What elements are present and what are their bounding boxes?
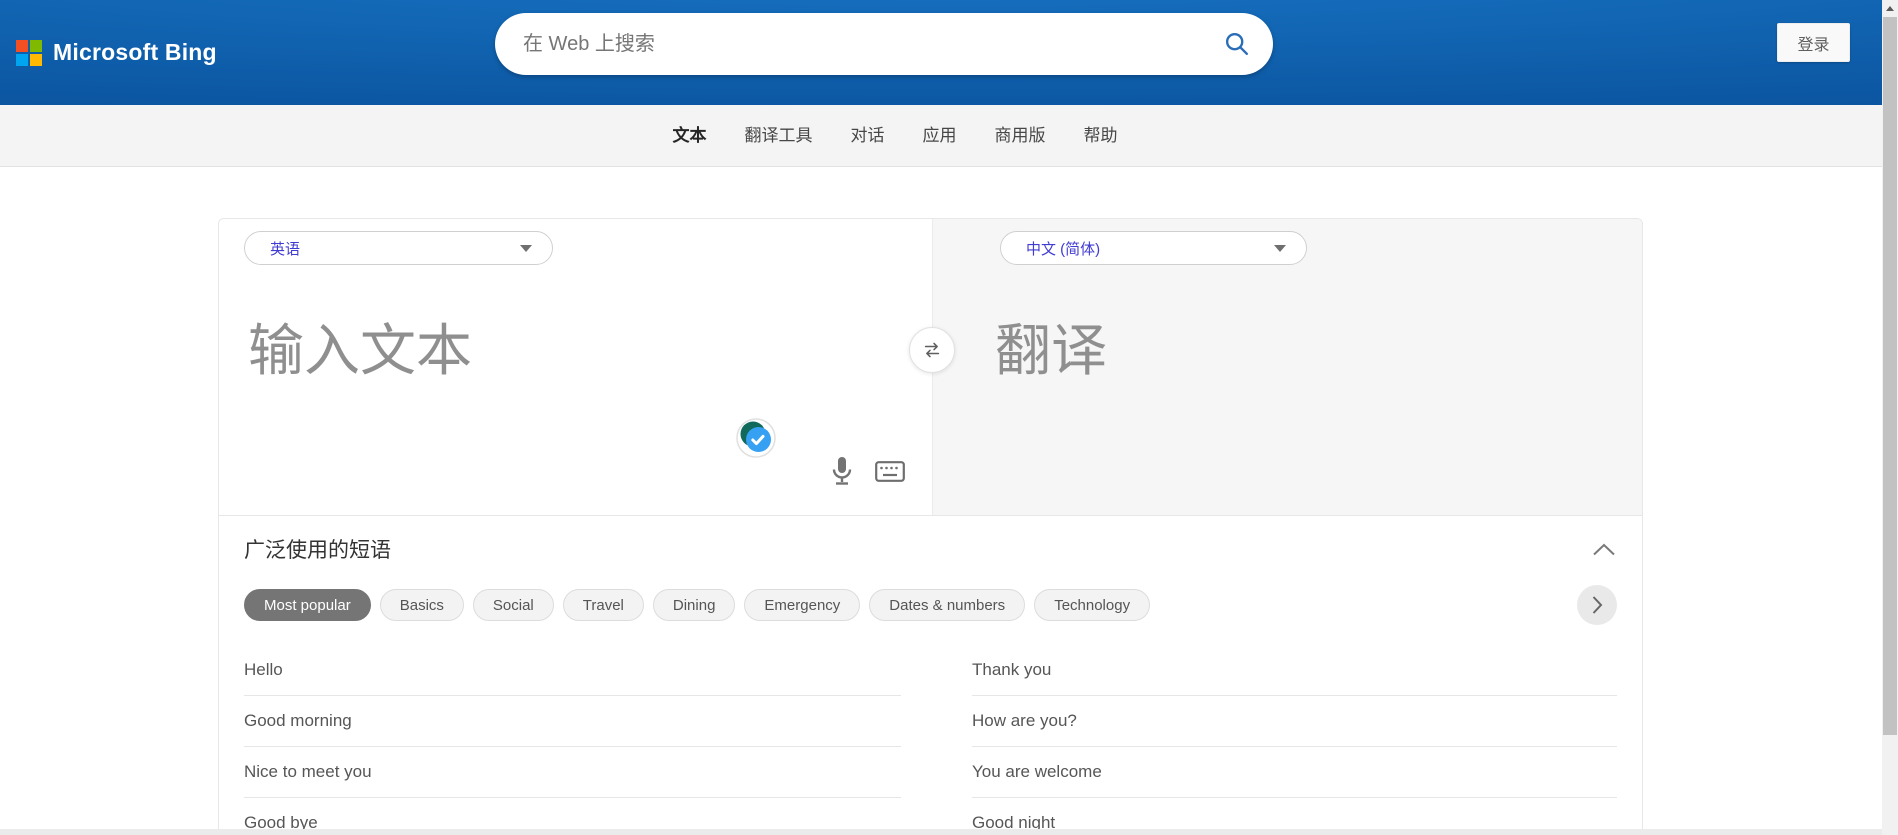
chevron-down-icon bbox=[1274, 245, 1286, 252]
collapse-phrases-button[interactable] bbox=[1591, 539, 1617, 559]
check-badge-icon[interactable] bbox=[736, 418, 776, 458]
source-language-dropdown[interactable]: 英语 bbox=[244, 231, 553, 265]
phrase-item[interactable]: Thank you bbox=[972, 645, 1617, 696]
chip-dates-numbers[interactable]: Dates & numbers bbox=[869, 589, 1025, 621]
scroll-up-icon bbox=[1886, 6, 1894, 11]
phrases-section: 广泛使用的短语 Most popular Basics Social Travel Di… bbox=[219, 516, 1642, 835]
logo-square-blue bbox=[16, 54, 28, 66]
target-language-dropdown[interactable]: 中文 (简体) bbox=[1000, 231, 1307, 265]
phrase-item[interactable]: You are welcome bbox=[972, 747, 1617, 798]
chip-most-popular[interactable]: Most popular bbox=[244, 589, 371, 621]
phrase-item[interactable]: Nice to meet you bbox=[244, 747, 901, 798]
source-language-label: 英语 bbox=[270, 238, 300, 259]
phrase-column-source: HelloGood morningNice to meet youGood by… bbox=[244, 645, 901, 835]
microphone-icon bbox=[830, 456, 854, 488]
navbar: 文本翻译工具对话应用商用版帮助 bbox=[0, 105, 1898, 167]
web-search-box bbox=[495, 13, 1273, 75]
tab-apps[interactable]: 应用 bbox=[904, 105, 976, 166]
chevron-up-icon bbox=[1592, 543, 1616, 556]
source-placeholder: 输入文本 bbox=[248, 323, 922, 379]
output-placeholder: 翻译 bbox=[995, 323, 1632, 379]
logo-square-green bbox=[30, 40, 42, 52]
search-icon bbox=[1224, 31, 1251, 58]
microsoft-logo-icon bbox=[16, 40, 42, 66]
translator-card: 英语 输入文本 bbox=[218, 218, 1643, 835]
chip-travel[interactable]: Travel bbox=[563, 589, 644, 621]
source-text-input[interactable]: 输入文本 bbox=[248, 323, 922, 515]
footer-strip bbox=[0, 829, 1882, 835]
chip-emergency[interactable]: Emergency bbox=[744, 589, 860, 621]
phrases-title: 广泛使用的短语 bbox=[244, 534, 391, 564]
scrollbar[interactable] bbox=[1882, 0, 1898, 835]
nav-tabs: 文本翻译工具对话应用商用版帮助 bbox=[654, 105, 1137, 166]
next-categories-button[interactable] bbox=[1577, 585, 1617, 625]
phrase-item[interactable]: Good morning bbox=[244, 696, 901, 747]
tab-help[interactable]: 帮助 bbox=[1065, 105, 1137, 166]
sign-in-button[interactable]: 登录 bbox=[1777, 23, 1850, 62]
logo-square-yellow bbox=[30, 54, 42, 66]
translator-panels: 英语 输入文本 bbox=[219, 219, 1642, 516]
phrase-column-target: Thank youHow are you?You are welcomeGood… bbox=[972, 645, 1617, 835]
scrollbar-thumb[interactable] bbox=[1883, 17, 1897, 735]
chevron-down-icon bbox=[520, 245, 532, 252]
source-pane: 英语 输入文本 bbox=[219, 219, 932, 515]
phrase-item[interactable]: How are you? bbox=[972, 696, 1617, 747]
tab-text[interactable]: 文本 bbox=[654, 105, 726, 166]
search-input[interactable] bbox=[495, 33, 1201, 56]
translation-output: 翻译 bbox=[995, 323, 1632, 515]
brand-title: Microsoft Bing bbox=[53, 39, 217, 66]
phrase-categories: Most popular Basics Social Travel DiningEmer… bbox=[244, 589, 1150, 621]
keyboard-button[interactable] bbox=[875, 461, 905, 482]
chevron-right-icon bbox=[1591, 595, 1603, 615]
phrase-item[interactable]: Hello bbox=[244, 645, 901, 696]
swap-languages-button[interactable] bbox=[909, 327, 955, 373]
bing-home-link[interactable]: Microsoft Bing bbox=[16, 0, 217, 105]
tab-conversation[interactable]: 对话 bbox=[832, 105, 904, 166]
tab-translator-tools[interactable]: 翻译工具 bbox=[726, 105, 832, 166]
chip-dining[interactable]: Dining bbox=[653, 589, 736, 621]
target-language-label: 中文 (简体) bbox=[1026, 238, 1100, 259]
scroll-up-button[interactable] bbox=[1882, 0, 1898, 17]
search-button[interactable] bbox=[1201, 13, 1273, 75]
header: Microsoft Bing 登录 bbox=[0, 0, 1898, 105]
logo-square-red bbox=[16, 40, 28, 52]
swap-languages-icon bbox=[921, 339, 943, 361]
chip-social[interactable]: Social bbox=[473, 589, 554, 621]
chip-technology[interactable]: Technology bbox=[1034, 589, 1150, 621]
keyboard-icon bbox=[875, 461, 905, 482]
tab-business[interactable]: 商用版 bbox=[976, 105, 1065, 166]
target-pane: 中文 (简体) 翻译 bbox=[932, 219, 1642, 515]
chip-basics[interactable]: Basics bbox=[380, 589, 464, 621]
microphone-button[interactable] bbox=[829, 455, 855, 489]
